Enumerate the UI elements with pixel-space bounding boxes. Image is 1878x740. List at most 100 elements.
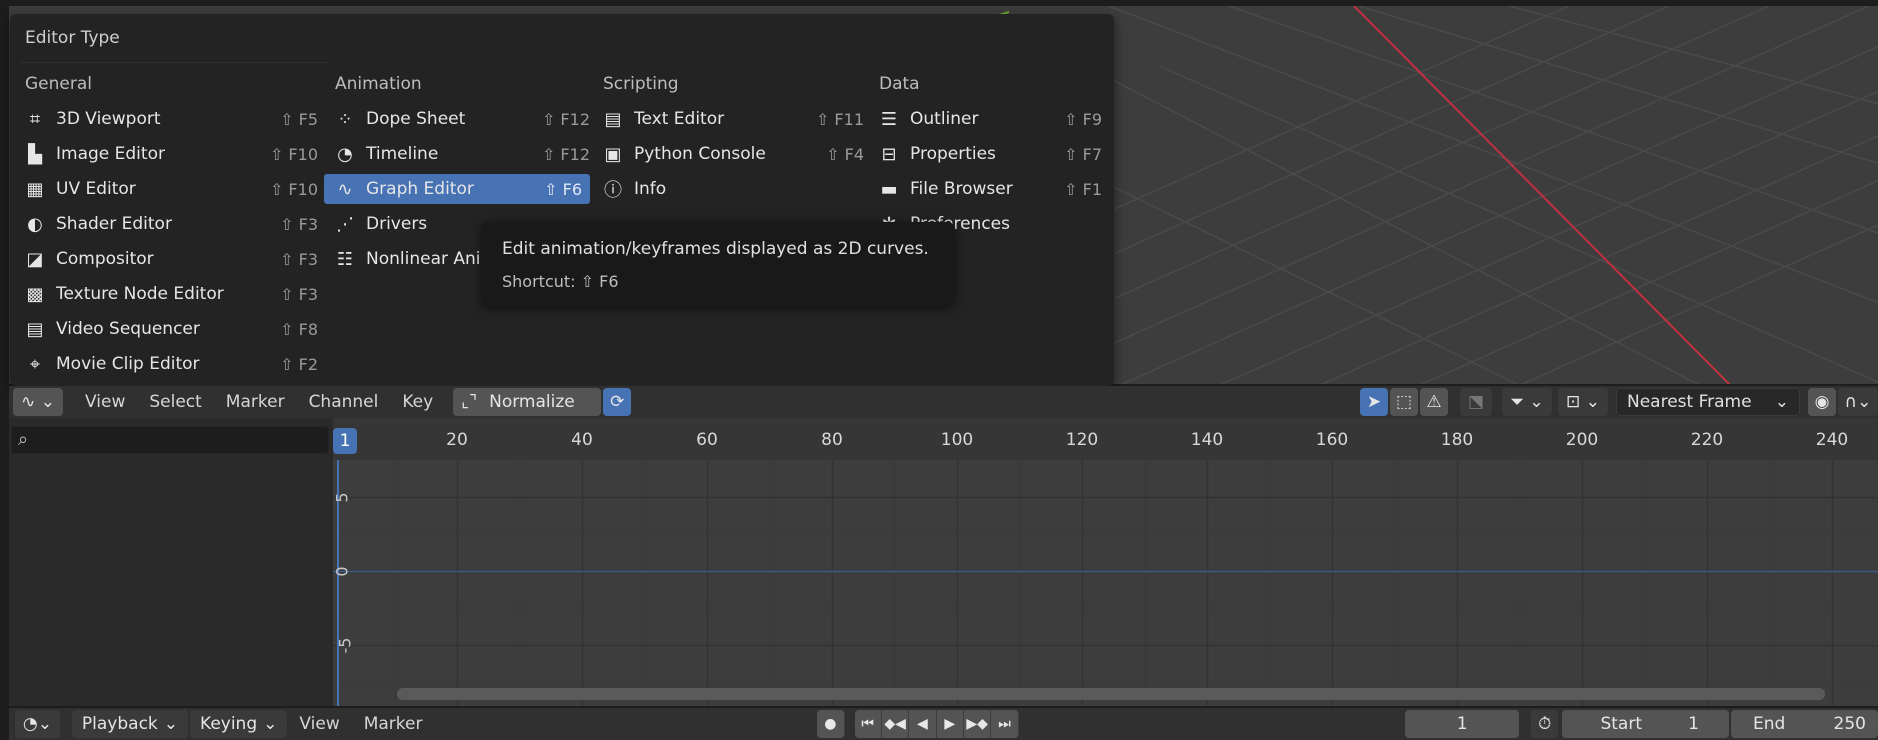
pivot-icon: ⊡ ⌄ [1566, 392, 1600, 412]
graph-editor-icon: ∿ [337, 178, 353, 200]
value-tick-label: 0 [333, 566, 352, 577]
menu-title: Editor Type [25, 28, 120, 48]
keying-label: Keying [200, 714, 258, 734]
timeline-menu-view[interactable]: View [287, 714, 351, 734]
menu-divider [20, 62, 330, 63]
filters-dropdown[interactable]: ⏷ ⌄ [1502, 388, 1552, 416]
show-hidden-button[interactable]: ⬚ [1390, 388, 1418, 416]
menu-channel[interactable]: Channel [297, 392, 391, 412]
proportional-editing-button[interactable]: ◉ [1808, 388, 1836, 416]
menu-item-texture-node-editor[interactable]: ▩ Texture Node Editor ⇧ F3 [22, 279, 326, 309]
chevron-down-icon: ⌄ [1774, 392, 1789, 412]
shader-editor-icon: ◐ [27, 213, 43, 235]
prev-keyframe-icon: ◆◀ [884, 716, 906, 732]
start-frame-field[interactable]: Start 1 [1562, 710, 1729, 738]
end-label: End [1752, 714, 1786, 734]
start-label: Start [1600, 714, 1642, 734]
menu-item-properties[interactable]: ⊟ Properties ⇧ F7 [876, 139, 1110, 169]
menu-item-text-editor[interactable]: ▤ Text Editor ⇧ F11 [600, 104, 872, 134]
next-keyframe-icon: ▶◆ [966, 716, 988, 732]
only-selected-button[interactable]: ➤ [1360, 388, 1388, 416]
editor-type-menu: Editor Type General Animation Scripting … [10, 14, 1114, 386]
menu-item-info[interactable]: ⓘ Info [600, 174, 872, 204]
menu-item-outliner[interactable]: ☰ Outliner ⇧ F9 [876, 104, 1110, 134]
channel-search-input[interactable]: ⌕ [11, 426, 329, 454]
column-heading-general: General [25, 74, 92, 94]
editor-type-button[interactable]: ∿ ⌄ [13, 388, 63, 416]
menu-item-dope-sheet[interactable]: ⁘ Dope Sheet ⇧ F12 [332, 104, 598, 134]
prev-keyframe-button[interactable]: ◆◀ [881, 710, 910, 738]
falloff-curve-icon: ∩⌄ [1844, 392, 1872, 412]
frame-tick-label: 60 [696, 430, 718, 450]
frame-tick-label: 160 [1315, 430, 1349, 450]
graph-grid [333, 460, 1878, 706]
channel-region[interactable]: ⌕ [9, 418, 333, 706]
menu-item-graph-editor[interactable]: ∿ Graph Editor ⇧ F6 [324, 174, 590, 204]
menu-item-file-browser[interactable]: ▬ File Browser ⇧ F1 [876, 174, 1110, 204]
frame-tick-label: 180 [1440, 430, 1474, 450]
graph-editor-header: ∿ ⌄ View Select Marker Channel Key ⌞⌝ No… [9, 386, 1878, 418]
menu-item-3d-viewport[interactable]: ⌗ 3D Viewport ⇧ F5 [22, 104, 326, 134]
menu-item-image-editor[interactable]: ▙ Image Editor ⇧ F10 [22, 139, 326, 169]
compositor-icon: ◪ [26, 248, 44, 270]
auto-keying-button[interactable]: ● [817, 710, 845, 738]
play-reverse-icon: ◀ [917, 716, 928, 732]
menu-item-movie-clip-editor[interactable]: ⌖ Movie Clip Editor ⇧ F2 [22, 349, 326, 379]
snap-mode-label: Nearest Frame [1627, 392, 1752, 412]
current-frame-indicator[interactable]: 1 [333, 428, 357, 454]
menu-view[interactable]: View [73, 392, 137, 412]
frame-tick-label: 100 [940, 430, 974, 450]
snap-mode-dropdown[interactable]: Nearest Frame ⌄ [1616, 388, 1800, 416]
current-frame-field[interactable]: 1 [1405, 710, 1520, 738]
column-heading-scripting: Scripting [603, 74, 679, 94]
menu-item-compositor[interactable]: ◪ Compositor ⇧ F3 [22, 244, 326, 274]
menu-key[interactable]: Key [390, 392, 445, 412]
horizontal-scrollbar[interactable] [397, 688, 1825, 700]
video-sequencer-icon: ▤ [26, 318, 44, 340]
jump-end-icon: ⏭ [998, 716, 1011, 732]
play-button[interactable]: ▶ [936, 710, 964, 738]
falloff-dropdown[interactable]: ∩⌄ [1838, 388, 1878, 416]
filter-icon: ⏷ ⌄ [1510, 392, 1544, 412]
jump-start-button[interactable]: ⏮ [854, 710, 882, 738]
3d-viewport-icon: ⌗ [29, 108, 41, 130]
frame-tick-label: 240 [1815, 430, 1849, 450]
only-errors-button[interactable]: ⚠ [1420, 388, 1448, 416]
auto-normalize-button[interactable]: ⟳ [603, 388, 632, 416]
timeline-menu-marker[interactable]: Marker [352, 714, 435, 734]
frame-tick-label: 20 [446, 430, 468, 450]
menu-item-shader-editor[interactable]: ◐ Shader Editor ⇧ F3 [22, 209, 326, 239]
end-frame-field[interactable]: End 250 [1730, 710, 1878, 738]
playback-dropdown[interactable]: Playback ⌄ [71, 710, 189, 738]
graph-editor-tooltip: Edit animation/keyframes displayed as 2D… [482, 222, 954, 306]
keying-dropdown[interactable]: Keying ⌄ [190, 710, 288, 738]
menu-marker[interactable]: Marker [214, 392, 297, 412]
create-ghost-curves-button[interactable]: ⬔ [1460, 388, 1492, 416]
timeline-header: ◔⌄ Playback ⌄ Keying ⌄ View Marker ● ⏮ ◆… [9, 708, 1878, 740]
menu-select[interactable]: Select [137, 392, 213, 412]
frame-tick-label: 40 [571, 430, 593, 450]
python-console-icon: ▣ [604, 143, 622, 165]
graph-editor-icon: ∿ ⌄ [21, 392, 55, 412]
text-editor-icon: ▤ [604, 108, 622, 130]
menu-item-video-sequencer[interactable]: ▤ Video Sequencer ⇧ F8 [22, 314, 326, 344]
pivot-point-dropdown[interactable]: ⊡ ⌄ [1558, 388, 1608, 416]
next-keyframe-button[interactable]: ▶◆ [963, 710, 992, 738]
graph-region[interactable]: 1 20 40 60 80 100 120 140 160 180 200 22… [333, 418, 1878, 706]
menu-item-uv-editor[interactable]: ▦ UV Editor ⇧ F10 [22, 174, 326, 204]
properties-icon: ⊟ [881, 143, 897, 165]
timeline-icon: ◔ [337, 143, 353, 165]
chevron-down-icon: ⌄ [163, 714, 179, 734]
play-reverse-button[interactable]: ◀ [909, 710, 937, 738]
file-browser-icon: ▬ [880, 178, 898, 200]
uv-editor-icon: ▦ [26, 178, 44, 200]
timeline-editor-type-button[interactable]: ◔⌄ [15, 710, 60, 738]
menu-item-timeline[interactable]: ◔ Timeline ⇧ F12 [332, 139, 598, 169]
frame-ruler[interactable]: 1 20 40 60 80 100 120 140 160 180 200 22… [333, 418, 1878, 460]
jump-end-button[interactable]: ⏭ [991, 710, 1019, 738]
menu-item-python-console[interactable]: ▣ Python Console ⇧ F4 [600, 139, 872, 169]
use-preview-range-button[interactable]: ⏱ [1531, 710, 1559, 738]
normalize-toggle[interactable]: ⌞⌝ Normalize [453, 388, 602, 416]
nonlinear-animation-icon: ☷ [336, 248, 354, 270]
record-icon: ● [824, 716, 837, 732]
